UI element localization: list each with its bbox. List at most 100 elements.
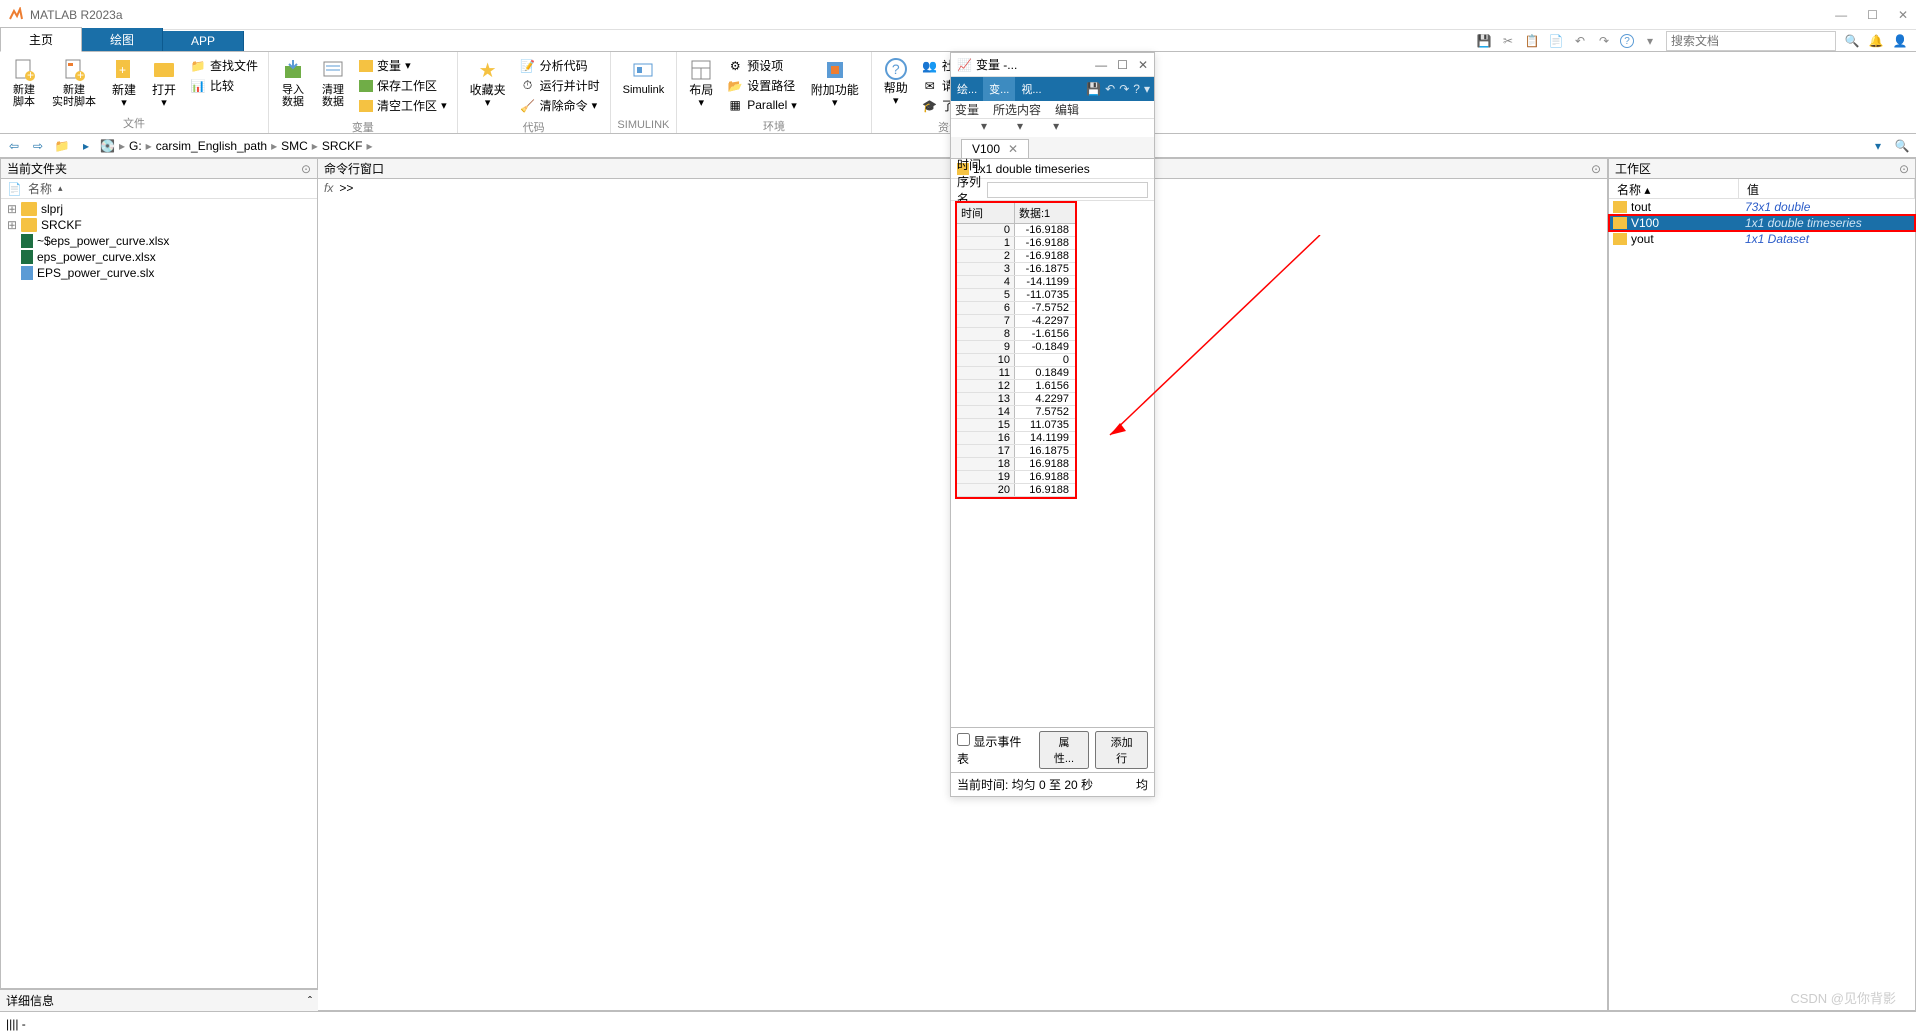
compare-button[interactable]: 📊比较: [186, 76, 262, 95]
analyze-code-button[interactable]: 📝分析代码: [516, 56, 604, 75]
workspace-variable-row[interactable]: tout73x1 double: [1609, 199, 1915, 215]
time-cell[interactable]: 12: [957, 380, 1015, 392]
search-path-icon[interactable]: 🔍: [1892, 137, 1912, 155]
data-row[interactable]: 4-14.1199: [957, 276, 1075, 289]
file-item[interactable]: ⊞slprj: [1, 201, 317, 217]
dropdown-icon[interactable]: ▾: [1017, 119, 1023, 137]
data-row[interactable]: 110.1849: [957, 367, 1075, 380]
data-cell[interactable]: -14.1199: [1015, 276, 1073, 288]
import-data-button[interactable]: 导入 数据: [275, 56, 311, 110]
qat-icon[interactable]: 💾: [1086, 82, 1101, 96]
close-tab-icon[interactable]: ✕: [1008, 142, 1018, 156]
data-cell[interactable]: 16.9188: [1015, 471, 1073, 483]
time-cell[interactable]: 14: [957, 406, 1015, 418]
new-button[interactable]: +新建▾: [106, 56, 142, 111]
path-seg-0[interactable]: carsim_English_path: [156, 139, 267, 153]
minimize-button[interactable]: —: [1095, 58, 1107, 72]
data-row[interactable]: 5-11.0735: [957, 289, 1075, 302]
new-live-script-button[interactable]: +新建 实时脚本: [46, 56, 102, 110]
data-row[interactable]: 7-4.2297: [957, 315, 1075, 328]
save-workspace-button[interactable]: 保存工作区: [355, 76, 451, 95]
file-item[interactable]: ⊞SRCKF: [1, 217, 317, 233]
qat-icon[interactable]: ▾: [1144, 82, 1150, 96]
qat-icon[interactable]: ?: [1133, 82, 1140, 96]
qat-icon[interactable]: ↶: [1105, 82, 1115, 96]
workspace-variable-row[interactable]: V1001x1 double timeseries: [1609, 215, 1915, 231]
file-item[interactable]: eps_power_curve.xlsx: [1, 249, 317, 265]
col-time-header[interactable]: 时间: [957, 203, 1015, 223]
help-icon[interactable]: ?: [1620, 34, 1634, 48]
data-cell[interactable]: 1.6156: [1015, 380, 1073, 392]
minimize-button[interactable]: —: [1835, 8, 1847, 22]
data-row[interactable]: 8-1.6156: [957, 328, 1075, 341]
col-data-header[interactable]: 数据:1: [1015, 203, 1073, 223]
qat-icon[interactable]: ↷: [1119, 82, 1129, 96]
data-cell[interactable]: -16.9188: [1015, 224, 1073, 236]
copy-icon[interactable]: 📋: [1524, 33, 1540, 49]
time-cell[interactable]: 5: [957, 289, 1015, 301]
data-cell[interactable]: -0.1849: [1015, 341, 1073, 353]
time-cell[interactable]: 17: [957, 445, 1015, 457]
dropdown-icon[interactable]: ▾: [981, 119, 987, 137]
maximize-button[interactable]: ☐: [1117, 58, 1128, 72]
time-cell[interactable]: 11: [957, 367, 1015, 379]
path-seg-1[interactable]: SMC: [281, 139, 308, 153]
search-docs-input[interactable]: [1666, 31, 1836, 51]
clean-data-button[interactable]: 清理 数据: [315, 56, 351, 110]
time-cell[interactable]: 4: [957, 276, 1015, 288]
data-cell[interactable]: -4.2297: [1015, 315, 1073, 327]
find-files-button[interactable]: 📁查找文件: [186, 56, 262, 75]
time-cell[interactable]: 9: [957, 341, 1015, 353]
back-button[interactable]: ⇦: [4, 137, 24, 155]
workspace-columns[interactable]: 名称 ▴ 值: [1609, 179, 1915, 199]
favorites-button[interactable]: ★收藏夹▾: [464, 56, 512, 111]
data-cell[interactable]: 0: [1015, 354, 1073, 366]
details-panel-header[interactable]: 详细信息ˆ: [0, 989, 318, 1011]
data-row[interactable]: 134.2297: [957, 393, 1075, 406]
path-drive[interactable]: G:: [129, 139, 142, 153]
data-row[interactable]: 9-0.1849: [957, 341, 1075, 354]
user-icon[interactable]: 👤: [1892, 33, 1908, 49]
add-row-button[interactable]: 添加行: [1095, 731, 1148, 769]
data-cell[interactable]: -16.9188: [1015, 250, 1073, 262]
data-row[interactable]: 3-16.1875: [957, 263, 1075, 276]
data-row[interactable]: 1916.9188: [957, 471, 1075, 484]
tab-plots[interactable]: 绘图: [82, 28, 163, 51]
data-cell[interactable]: 16.9188: [1015, 484, 1073, 496]
path-seg-2[interactable]: SRCKF: [322, 139, 363, 153]
time-cell[interactable]: 16: [957, 432, 1015, 444]
help-button[interactable]: ?帮助▾: [878, 56, 914, 109]
time-cell[interactable]: 0: [957, 224, 1015, 236]
data-row[interactable]: 1816.9188: [957, 458, 1075, 471]
data-row[interactable]: 2016.9188: [957, 484, 1075, 497]
expand-icon[interactable]: ⊞: [7, 218, 17, 232]
data-cell[interactable]: 14.1199: [1015, 432, 1073, 444]
file-item[interactable]: ~$eps_power_curve.xlsx: [1, 233, 317, 249]
data-row[interactable]: 1614.1199: [957, 432, 1075, 445]
time-cell[interactable]: 3: [957, 263, 1015, 275]
clear-commands-button[interactable]: 🧹清除命令 ▾: [516, 96, 604, 115]
data-row[interactable]: 1716.1875: [957, 445, 1075, 458]
show-event-checkbox[interactable]: 显示事件表: [957, 733, 1033, 767]
simulink-button[interactable]: Simulink: [617, 56, 671, 98]
data-cell[interactable]: -11.0735: [1015, 289, 1073, 301]
time-cell[interactable]: 6: [957, 302, 1015, 314]
path-dropdown[interactable]: ▾: [1868, 137, 1888, 155]
panel-menu-icon[interactable]: ⊙: [301, 162, 311, 176]
new-script-button[interactable]: +新建 脚本: [6, 56, 42, 110]
time-cell[interactable]: 20: [957, 484, 1015, 496]
data-cell[interactable]: -16.1875: [1015, 263, 1073, 275]
data-row[interactable]: 2-16.9188: [957, 250, 1075, 263]
time-cell[interactable]: 15: [957, 419, 1015, 431]
vartab-view[interactable]: 视...: [1015, 77, 1047, 101]
data-cell[interactable]: 16.9188: [1015, 458, 1073, 470]
data-cell[interactable]: 0.1849: [1015, 367, 1073, 379]
properties-button[interactable]: 属性...: [1039, 731, 1090, 769]
forward-button[interactable]: ⇨: [28, 137, 48, 155]
data-row[interactable]: 1-16.9188: [957, 237, 1075, 250]
file-list-header[interactable]: 📄 名称▴: [1, 179, 317, 199]
panel-menu-icon[interactable]: ⊙: [1591, 162, 1601, 176]
data-row[interactable]: 121.6156: [957, 380, 1075, 393]
redo-icon[interactable]: ↷: [1596, 33, 1612, 49]
close-button[interactable]: ✕: [1898, 8, 1908, 22]
